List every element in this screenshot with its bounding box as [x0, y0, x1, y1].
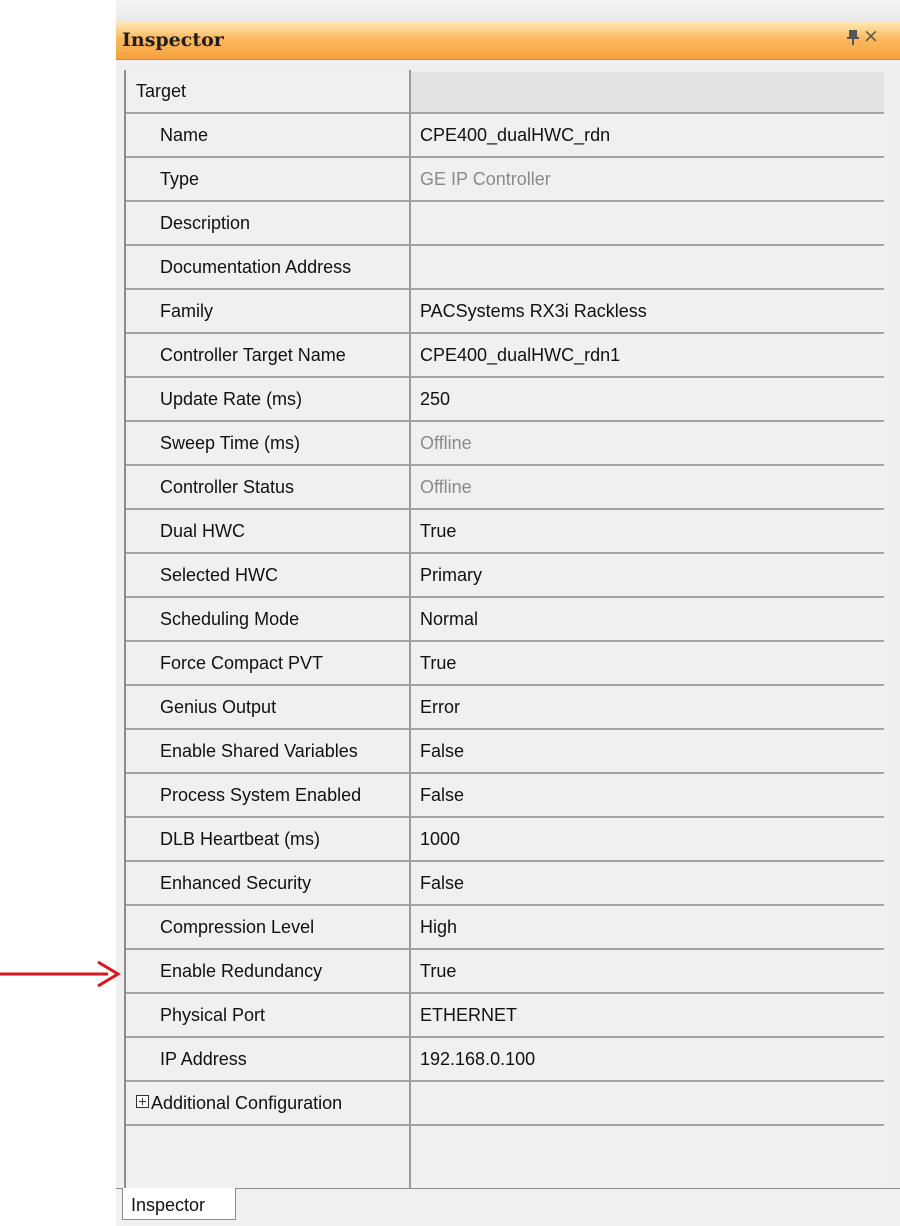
property-row-ip-address[interactable]: IP Address 192.168.0.100: [126, 1038, 884, 1082]
property-value: Offline: [420, 477, 472, 497]
property-row-enable-redundancy[interactable]: Enable Redundancy True: [126, 950, 884, 994]
property-value[interactable]: 250: [420, 389, 450, 410]
property-row-enable-shared-variables[interactable]: Enable Shared Variables False: [126, 730, 884, 774]
property-value[interactable]: False: [420, 785, 464, 806]
property-row-dlb-heartbeat[interactable]: DLB Heartbeat (ms) 1000: [126, 818, 884, 862]
property-value: Offline: [420, 433, 472, 453]
column-splitter[interactable]: [409, 70, 411, 1188]
property-name: Scheduling Mode: [160, 609, 300, 629]
property-name: Selected HWC: [160, 565, 279, 585]
property-value[interactable]: False: [420, 741, 464, 762]
tab-label: Inspector: [131, 1195, 206, 1215]
property-value[interactable]: False: [420, 873, 464, 894]
plus-box-icon[interactable]: [136, 1095, 149, 1108]
property-row-genius-output[interactable]: Genius Output Error: [126, 686, 884, 730]
property-value[interactable]: Error: [420, 697, 460, 718]
property-value[interactable]: ETHERNET: [420, 1005, 517, 1026]
property-row-scheduling-mode[interactable]: Scheduling Mode Normal: [126, 598, 884, 642]
property-name: Documentation Address: [160, 257, 352, 277]
property-value: GE IP Controller: [420, 169, 551, 189]
property-row-controller-target-name[interactable]: Controller Target Name CPE400_dualHWC_rd…: [126, 334, 884, 378]
property-row-enhanced-security[interactable]: Enhanced Security False: [126, 862, 884, 906]
property-row-sweep-time[interactable]: Sweep Time (ms) Offline: [126, 422, 884, 466]
property-name: Force Compact PVT: [160, 653, 324, 673]
property-name: Enable Shared Variables: [160, 741, 358, 761]
property-row-additional-configuration[interactable]: Additional Configuration: [126, 1082, 884, 1126]
property-row-controller-status[interactable]: Controller Status Offline: [126, 466, 884, 510]
property-grid: Target Name CPE400_dualHWC_rdn Type GE I…: [124, 70, 884, 1188]
property-row-description[interactable]: Description: [126, 202, 884, 246]
property-value[interactable]: True: [420, 521, 456, 542]
property-row-documentation-address[interactable]: Documentation Address: [126, 246, 884, 290]
property-name: Enable Redundancy: [160, 961, 323, 981]
property-name: Process System Enabled: [160, 785, 362, 805]
property-row-target[interactable]: Target: [126, 70, 884, 114]
property-value[interactable]: True: [420, 961, 456, 982]
property-row-process-system-enabled[interactable]: Process System Enabled False: [126, 774, 884, 818]
property-value[interactable]: 1000: [420, 829, 460, 850]
property-name: Family: [160, 301, 213, 321]
property-row-compression-level[interactable]: Compression Level High: [126, 906, 884, 950]
property-row-dual-hwc[interactable]: Dual HWC True: [126, 510, 884, 554]
window-title: Inspector: [122, 29, 224, 51]
property-name: Sweep Time (ms): [160, 433, 301, 453]
inspector-panel: Target Name CPE400_dualHWC_rdn Type GE I…: [116, 60, 900, 1188]
panel-top-strip: [116, 0, 900, 22]
property-name: Controller Status: [160, 477, 295, 497]
property-value[interactable]: CPE400_dualHWC_rdn: [420, 125, 610, 146]
property-value[interactable]: PACSystems RX3i Rackless: [420, 301, 647, 322]
close-icon[interactable]: ×: [863, 27, 879, 46]
property-value[interactable]: CPE400_dualHWC_rdn1: [420, 345, 620, 366]
property-row-force-compact-pvt[interactable]: Force Compact PVT True: [126, 642, 884, 686]
property-value[interactable]: High: [420, 917, 457, 938]
property-name: Genius Output: [160, 697, 277, 717]
property-row-selected-hwc[interactable]: Selected HWC Primary: [126, 554, 884, 598]
property-name: Enhanced Security: [160, 873, 312, 893]
property-row-physical-port[interactable]: Physical Port ETHERNET: [126, 994, 884, 1038]
tab-inspector[interactable]: Inspector: [122, 1188, 236, 1220]
property-value[interactable]: Normal: [420, 609, 478, 630]
group-label: Additional Configuration: [151, 1093, 343, 1113]
property-name: Description: [160, 213, 251, 233]
property-name: Additional Configuration: [136, 1093, 342, 1114]
property-name: Controller Target Name: [160, 345, 346, 365]
property-value[interactable]: Primary: [420, 565, 482, 586]
property-value[interactable]: True: [420, 653, 456, 674]
pin-icon[interactable]: [847, 30, 859, 46]
property-name: Target: [136, 81, 187, 101]
bottom-tab-strip: Inspector: [116, 1188, 900, 1226]
property-name: Type: [160, 169, 200, 189]
property-row-update-rate[interactable]: Update Rate (ms) 250: [126, 378, 884, 422]
property-row-name[interactable]: Name CPE400_dualHWC_rdn: [126, 114, 884, 158]
property-name: Update Rate (ms): [160, 389, 303, 409]
property-name: Dual HWC: [160, 521, 246, 541]
property-name: DLB Heartbeat (ms): [160, 829, 321, 849]
property-value[interactable]: 192.168.0.100: [420, 1049, 535, 1070]
property-name: Compression Level: [160, 917, 315, 937]
red-arrow-icon: [0, 960, 121, 988]
property-row-type[interactable]: Type GE IP Controller: [126, 158, 884, 202]
property-name: Name: [160, 125, 209, 145]
property-name: Physical Port: [160, 1005, 266, 1025]
property-name: IP Address: [160, 1049, 247, 1069]
property-row-family[interactable]: Family PACSystems RX3i Rackless: [126, 290, 884, 334]
inspector-title-bar[interactable]: Inspector ×: [116, 22, 900, 60]
